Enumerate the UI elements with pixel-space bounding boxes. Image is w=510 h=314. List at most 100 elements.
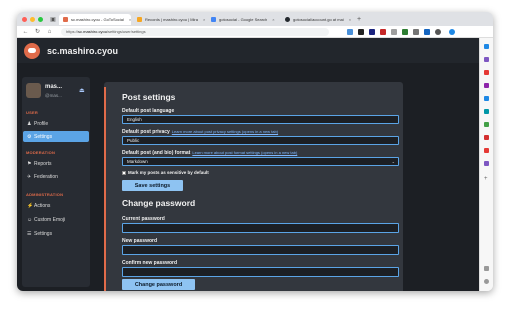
extension-icon[interactable] [413, 28, 419, 35]
url-path: /settings/user/settings [106, 29, 146, 34]
extension-icon[interactable] [380, 28, 386, 35]
site-header: sc.mashiro.cyou [17, 38, 479, 63]
tools-icon[interactable] [484, 70, 489, 75]
new-password-field[interactable] [122, 245, 399, 255]
records-favicon-icon [137, 16, 142, 22]
maximize-window-button[interactable] [38, 16, 43, 22]
extension-icon[interactable] [391, 28, 397, 35]
tab-gotosocial[interactable]: sc.mashiro.cyou - GoToSocial × [59, 13, 131, 25]
change-password-button[interactable]: Change password [122, 279, 195, 290]
address-toolbar: ← ↻ ⌂ https://sc.mashiro.cyou/settings/u… [17, 26, 493, 38]
tab-label: Records | mashiro.cyou | Mira [145, 16, 198, 22]
sensitive-checkbox-row[interactable]: Mark my posts as sensitive by default [122, 170, 209, 175]
sidebar-item-label: Settings [34, 133, 53, 140]
chevron-down-icon: ⌄ [391, 159, 395, 164]
office-icon[interactable] [484, 96, 489, 101]
extension-icon[interactable] [402, 28, 408, 35]
privacy-select[interactable]: Public [122, 136, 399, 145]
copilot-icon[interactable] [449, 28, 455, 35]
outlook-icon[interactable] [484, 109, 489, 114]
extension-icon[interactable] [358, 28, 364, 35]
youtube-icon[interactable] [484, 148, 489, 153]
browser-window: ▣ sc.mashiro.cyou - GoToSocial × Records… [17, 12, 493, 291]
user-icon: ♟ [27, 120, 32, 127]
confirm-password-label: Confirm new password [122, 260, 178, 266]
drop-icon[interactable] [484, 122, 489, 127]
sidebar-item-profile[interactable]: ♟ Profile [23, 118, 89, 129]
panel-toggle-icon[interactable] [484, 266, 489, 271]
gmail-icon[interactable] [484, 135, 489, 140]
refresh-icon[interactable]: ↻ [34, 28, 41, 35]
web-page: sc.mashiro.cyou mas... @mas... ⏏ USER ♟ … [17, 38, 479, 291]
sidebar-item-label: Federation [34, 173, 58, 180]
sidebar-item-actions[interactable]: ⚡ Actions [23, 200, 89, 211]
sidebar-item-reports[interactable]: ⚑ Reports [23, 158, 89, 169]
gear-icon: ⚙ [27, 133, 32, 140]
format-value: Markdown [127, 159, 148, 164]
add-icon[interactable]: + [484, 176, 488, 182]
tab-records[interactable]: Records | mashiro.cyou | Mira × [133, 14, 205, 25]
home-icon[interactable]: ⌂ [46, 29, 53, 35]
google-favicon-icon [211, 16, 216, 22]
sidebar-item-custom-emoji[interactable]: ☺ Custom Emoji [23, 214, 89, 225]
user-card: mas... @mas... ⏏ [26, 83, 88, 105]
gotosocial-favicon-icon [63, 16, 68, 22]
url-host: sc.mashiro.cyou [78, 29, 107, 34]
sensitive-checkbox[interactable] [122, 170, 126, 175]
new-tab-button[interactable]: + [357, 16, 361, 23]
sidebar-toggle-icon[interactable]: ▣ [49, 15, 57, 23]
extension-sidebar-icon[interactable] [484, 161, 489, 166]
minimize-window-button[interactable] [30, 16, 35, 22]
language-value: English [127, 117, 142, 122]
close-tab-icon[interactable]: × [203, 17, 205, 22]
privacy-label-row: Default post privacy Learn more about pos… [122, 129, 278, 135]
tab-google-search[interactable]: gotosocial - Google Search × [207, 14, 279, 25]
plane-icon: ✈ [27, 173, 32, 180]
privacy-value: Public [127, 138, 140, 143]
privacy-learn-more-link[interactable]: Learn more about post privacy settings (… [172, 129, 278, 134]
url-bar[interactable]: https://sc.mashiro.cyou/settings/user/se… [61, 27, 329, 36]
sidebar-item-label: Profile [34, 120, 49, 127]
sidebar-item-label: Reports [34, 160, 52, 167]
save-settings-button[interactable]: Save settings [122, 180, 183, 191]
tab-bar: ▣ sc.mashiro.cyou - GoToSocial × Records… [17, 12, 493, 26]
games-icon[interactable] [484, 83, 489, 88]
close-window-button[interactable] [22, 16, 27, 22]
sidebar-item-federation[interactable]: ✈ Federation [23, 171, 89, 182]
format-label-row: Default post (and bio) format Learn more … [122, 150, 297, 156]
format-learn-more-link[interactable]: Learn more about post format settings (o… [192, 150, 297, 155]
sidebar-item-label: Actions [34, 202, 51, 209]
smile-icon: ☺ [27, 216, 33, 223]
close-tab-icon[interactable]: × [349, 17, 351, 22]
profile-icon[interactable] [435, 28, 441, 35]
back-icon[interactable]: ← [22, 29, 29, 35]
tab-github[interactable]: gotosocial/account.go at mai × [281, 14, 353, 25]
flag-icon: ⚑ [27, 160, 32, 167]
close-tab-icon[interactable]: × [129, 17, 131, 22]
format-select[interactable]: Markdown ⌄ [122, 157, 399, 166]
close-tab-icon[interactable]: × [272, 17, 274, 22]
tab-label: gotosocial/account.go at mai [293, 16, 344, 22]
language-label: Default post language [122, 108, 175, 114]
sidebar-item-admin-settings[interactable]: ☰ Settings [23, 228, 89, 239]
search-icon[interactable] [484, 44, 489, 49]
confirm-password-field[interactable] [122, 267, 399, 277]
current-password-field[interactable] [122, 223, 399, 233]
extension-icon[interactable] [347, 28, 353, 35]
format-label: Default post (and bio) format [122, 150, 191, 156]
shopping-icon[interactable] [484, 57, 489, 62]
settings-panel: Post settings Default post language Engl… [104, 82, 403, 291]
sidebar-item-settings[interactable]: ⚙ Settings [23, 131, 89, 142]
sidebar-item-label: Settings [34, 230, 53, 237]
extension-icon[interactable] [424, 28, 430, 35]
window-controls [22, 16, 43, 22]
language-select[interactable]: English [122, 115, 399, 124]
extension-icon[interactable] [369, 28, 375, 35]
tab-label: gotosocial - Google Search [219, 16, 268, 22]
current-password-label: Current password [122, 216, 165, 222]
site-logo-icon[interactable] [24, 42, 40, 59]
site-title[interactable]: sc.mashiro.cyou [47, 46, 118, 56]
settings-icon[interactable] [484, 279, 489, 284]
browser-sidebar: + [479, 38, 493, 291]
logout-icon[interactable]: ⏏ [79, 87, 85, 94]
